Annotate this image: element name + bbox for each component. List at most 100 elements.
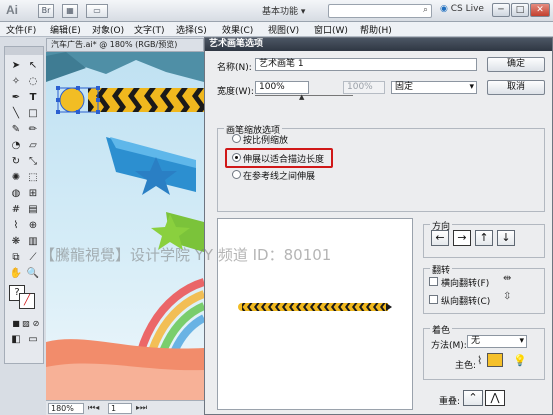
artboard-nav-next-arrows[interactable]: ▸⏭ xyxy=(136,403,147,413)
eraser-tool-icon[interactable]: ▱ xyxy=(26,139,40,153)
width-slider-thumb[interactable]: ▲ xyxy=(299,94,304,101)
width-mode-select[interactable]: 固定 ▾ xyxy=(391,81,477,94)
workspace-switcher[interactable]: 基本功能 ▾ xyxy=(262,4,322,18)
direct-selection-tool-icon[interactable]: ↖ xyxy=(26,59,40,73)
eyedropper-tool-icon[interactable]: ⌇ xyxy=(9,219,23,233)
key-color-eyedropper-icon[interactable]: ⌇ xyxy=(477,354,482,367)
brush-name-input[interactable]: 艺术画笔 1 xyxy=(255,58,477,71)
yellow-circle xyxy=(59,87,85,113)
menu-type[interactable]: 文字(T) xyxy=(134,23,165,36)
menu-select[interactable]: 选择(S) xyxy=(176,23,207,36)
ok-button[interactable]: 确定 xyxy=(487,57,545,72)
artboard-number-field[interactable]: 1 xyxy=(108,403,132,414)
menu-window[interactable]: 窗口(W) xyxy=(314,23,348,36)
hand-tool-icon[interactable]: ✋ xyxy=(9,267,23,281)
minimize-button[interactable]: ─ xyxy=(492,3,510,17)
menu-effect[interactable]: 效果(C) xyxy=(222,23,253,36)
selection-tool-icon[interactable]: ➤ xyxy=(9,59,23,73)
cancel-button[interactable]: 取消 xyxy=(487,80,545,95)
method-select[interactable]: 无 ▾ xyxy=(467,335,527,348)
overlap-no-adjust-button[interactable]: ⋀ xyxy=(485,390,505,406)
direction-left-button[interactable]: ← xyxy=(431,230,449,246)
menu-file[interactable]: 文件(F) xyxy=(6,23,36,36)
direction-up-button[interactable]: ↑ xyxy=(475,230,493,246)
illustrator-logo: Ai xyxy=(6,3,18,17)
blob-brush-tool-icon[interactable]: ◔ xyxy=(9,139,23,153)
width-max-input: 100% xyxy=(343,81,385,94)
rectangle-tool-icon[interactable]: □ xyxy=(26,107,40,121)
menu-object[interactable]: 对象(O) xyxy=(92,23,124,36)
document-tab[interactable]: 汽车广告.ai* @ 180% (RGB/预览) xyxy=(46,38,204,52)
rotate-tool-icon[interactable]: ↻ xyxy=(9,155,23,169)
symbol-sprayer-tool-icon[interactable]: ❋ xyxy=(9,235,23,249)
screen-mode-tool-icon[interactable]: ▭ xyxy=(26,333,40,347)
cs-live-icon: ◉ xyxy=(440,4,448,14)
dialog-title: 艺术画笔选项 xyxy=(205,38,552,51)
scale-proportionally-radio[interactable] xyxy=(232,134,241,143)
artboard-canvas[interactable] xyxy=(46,52,204,400)
chevron-brush-stroke xyxy=(88,88,204,112)
close-button[interactable]: ✕ xyxy=(530,3,550,17)
cs-live-label: CS Live xyxy=(450,4,484,14)
warp-tool-icon[interactable]: ✺ xyxy=(9,171,23,185)
line-tool-icon[interactable]: ╲ xyxy=(9,107,23,121)
paintbrush-tool-icon[interactable]: ✎ xyxy=(9,123,23,137)
slice-tool-icon[interactable]: ⟋ xyxy=(26,251,40,265)
key-color-label: 主色: xyxy=(455,361,477,371)
flip-title: 翻转 xyxy=(430,263,453,276)
flip-horizontal-icon: ⇹ xyxy=(503,273,512,284)
shape-builder-tool-icon[interactable]: ◍ xyxy=(9,187,23,201)
maximize-button[interactable]: □ xyxy=(511,3,529,17)
stretch-between-guides-label[interactable]: 在参考线之间伸展 xyxy=(243,169,315,182)
stretch-to-fit-label[interactable]: 伸展以适合描边长度 xyxy=(243,152,324,165)
free-transform-tool-icon[interactable]: ⬚ xyxy=(26,171,40,185)
artboard-tool-icon[interactable]: ⧉ xyxy=(9,251,23,265)
magic-wand-tool-icon[interactable]: ✧ xyxy=(9,75,23,89)
arrange-documents-icon[interactable]: ▦ xyxy=(62,4,78,18)
perspective-grid-tool-icon[interactable]: ⊞ xyxy=(26,187,40,201)
blend-tool-icon[interactable]: ⊕ xyxy=(26,219,40,233)
menu-view[interactable]: 视图(V) xyxy=(268,23,299,36)
stroke-color-swatch[interactable]: ╱ xyxy=(19,293,35,309)
type-tool-icon[interactable]: T xyxy=(26,91,40,105)
screen-mode-icon[interactable]: ▭ xyxy=(86,4,108,18)
chevron-down-icon: ▾ xyxy=(519,336,524,346)
lasso-tool-icon[interactable]: ◌ xyxy=(26,75,40,89)
menu-help[interactable]: 帮助(H) xyxy=(360,23,392,36)
tools-panel: ➤ ↖ ✧ ◌ ✒ T ╲ □ ✎ ✏ ◔ ▱ ↻ ⤡ ✺ ⬚ ◍ ⊞ # ▤ … xyxy=(4,46,44,364)
flip-vertical-label[interactable]: 纵向翻转(C) xyxy=(441,294,490,307)
key-color-swatch[interactable] xyxy=(487,353,503,367)
stretch-to-fit-radio[interactable] xyxy=(232,153,241,162)
tools-panel-header[interactable] xyxy=(5,47,43,55)
tips-bulb-icon[interactable]: 💡 xyxy=(513,354,527,367)
overlap-adjust-corners-button[interactable]: ⌃ xyxy=(463,390,483,406)
pencil-tool-icon[interactable]: ✏ xyxy=(26,123,40,137)
help-search-input[interactable]: ⌕ xyxy=(328,4,432,18)
stretch-between-guides-radio[interactable] xyxy=(232,170,241,179)
gradient-tool-icon[interactable]: ▤ xyxy=(26,203,40,217)
watermark-text: 【騰龍視覺】设计学院 YY 频道 ID：80101 xyxy=(40,246,332,264)
artwork xyxy=(46,52,204,400)
scale-tool-icon[interactable]: ⤡ xyxy=(26,155,40,169)
zoom-tool-icon[interactable]: 🔍 xyxy=(26,267,40,281)
cs-live-button[interactable]: ◉ CS Live xyxy=(440,4,486,18)
direction-down-button[interactable]: ↓ xyxy=(497,230,515,246)
scale-proportionally-label[interactable]: 按比例缩放 xyxy=(243,133,288,146)
column-graph-tool-icon[interactable]: ▥ xyxy=(26,235,40,249)
direction-right-button[interactable]: → xyxy=(453,230,471,246)
workspace-label: 基本功能 xyxy=(262,7,299,17)
pen-tool-icon[interactable]: ✒ xyxy=(9,91,23,105)
menu-edit[interactable]: 编辑(E) xyxy=(50,23,81,36)
artboard-nav-arrows[interactable]: ⏮◂ xyxy=(88,403,99,413)
flip-vertical-checkbox[interactable] xyxy=(429,295,438,304)
zoom-level-field[interactable]: 180% xyxy=(48,403,84,414)
method-label: 方法(M): xyxy=(431,341,467,351)
bridge-icon[interactable]: Br xyxy=(38,4,54,18)
flip-horizontal-checkbox[interactable] xyxy=(429,277,438,286)
flip-group: 翻转 xyxy=(423,263,545,314)
mesh-tool-icon[interactable]: # xyxy=(9,203,23,217)
none-mode-icon[interactable]: ⊘ xyxy=(29,317,43,331)
name-label: 名称(N): xyxy=(217,63,252,73)
draw-mode-icon[interactable]: ◧ xyxy=(9,333,23,347)
flip-horizontal-label[interactable]: 横向翻转(F) xyxy=(441,276,489,289)
